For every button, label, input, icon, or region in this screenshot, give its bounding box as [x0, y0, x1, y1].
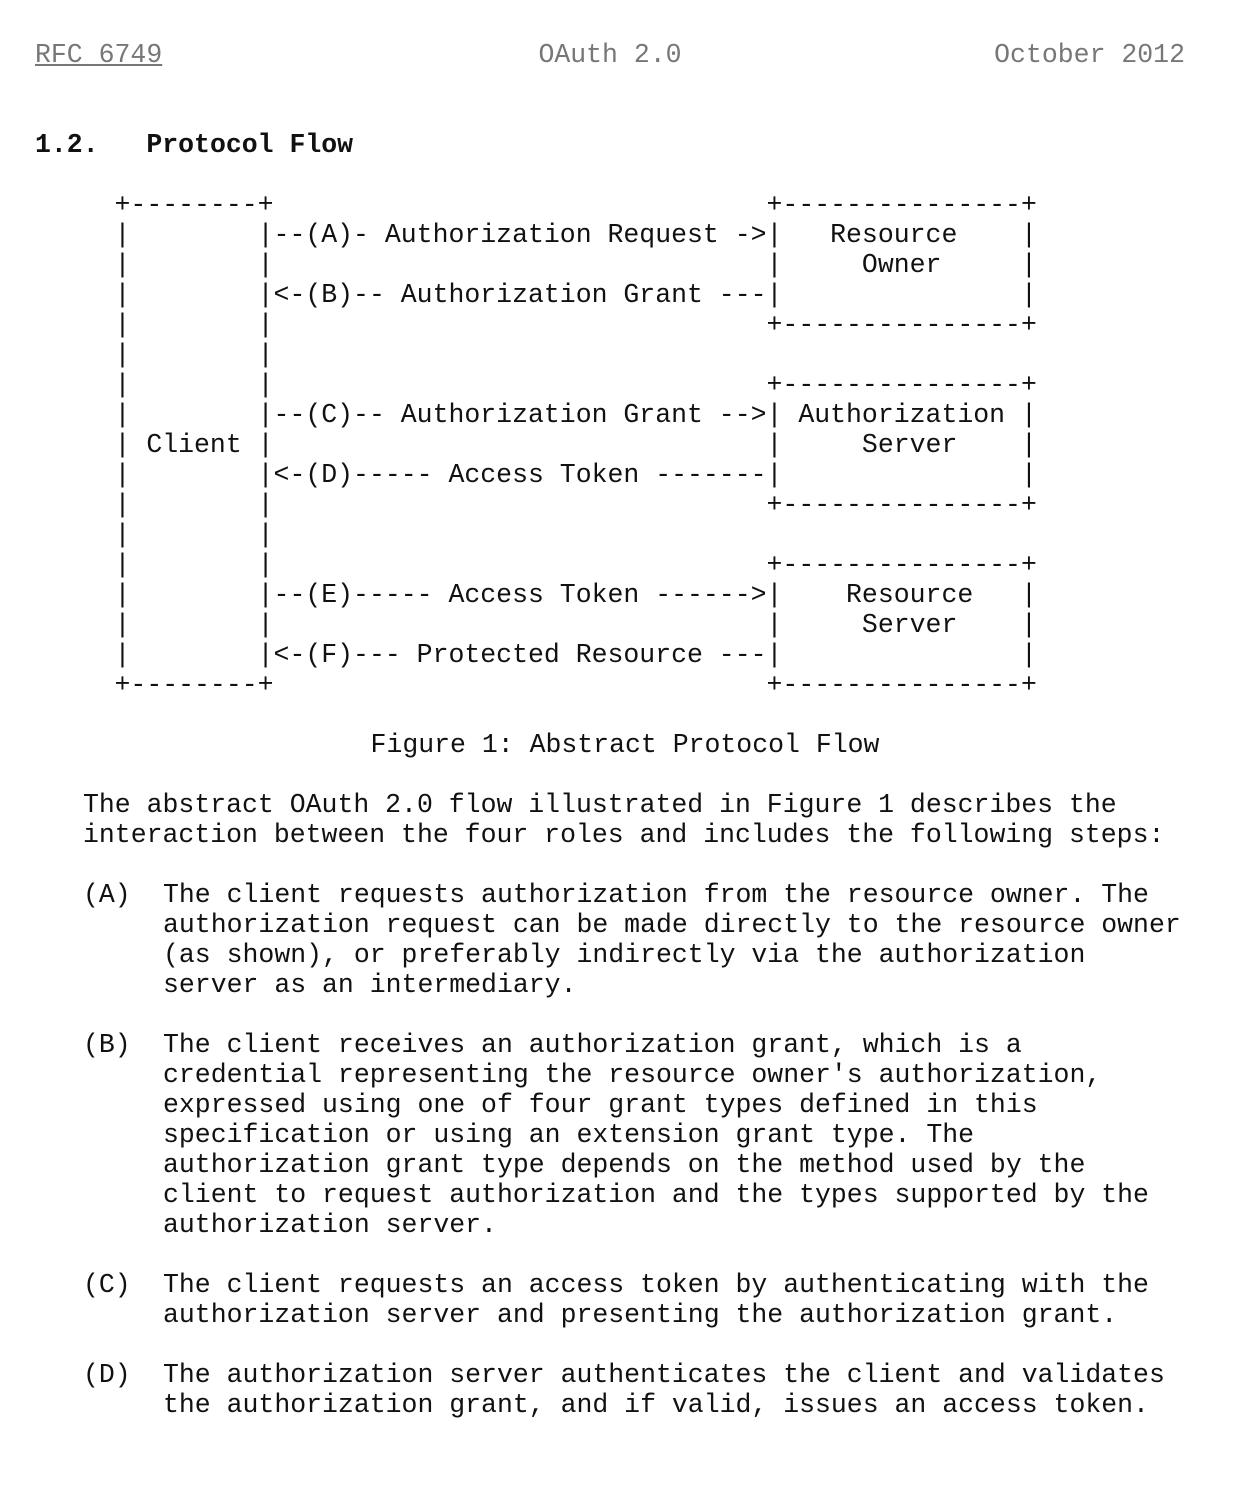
step-text: The client receives an authorization gra…	[163, 1030, 1149, 1240]
protocol-flow-diagram: +--------+ +---------------+ | |--(A)- A…	[114, 190, 1037, 700]
step-marker: (C)	[83, 1270, 131, 1300]
step-marker: (A)	[83, 880, 131, 910]
step-text: The authorization server authenticates t…	[163, 1360, 1165, 1420]
section-number: 1.2.	[35, 130, 99, 160]
page-header: RFC 6749 OAuth 2.0 October 2012	[35, 40, 1185, 70]
step-text: The client requests an access token by a…	[163, 1270, 1149, 1330]
section-title: Protocol Flow	[146, 130, 354, 160]
step-marker: (B)	[83, 1030, 131, 1060]
step-marker: (D)	[83, 1360, 131, 1390]
step-text: The client requests authorization from t…	[163, 880, 1181, 1000]
intro-paragraph: The abstract OAuth 2.0 flow illustrated …	[83, 790, 1165, 850]
header-date: October 2012	[994, 40, 1185, 70]
figure-caption: Figure 1: Abstract Protocol Flow	[370, 730, 880, 760]
section-heading: 1.2. Protocol Flow	[35, 130, 353, 160]
